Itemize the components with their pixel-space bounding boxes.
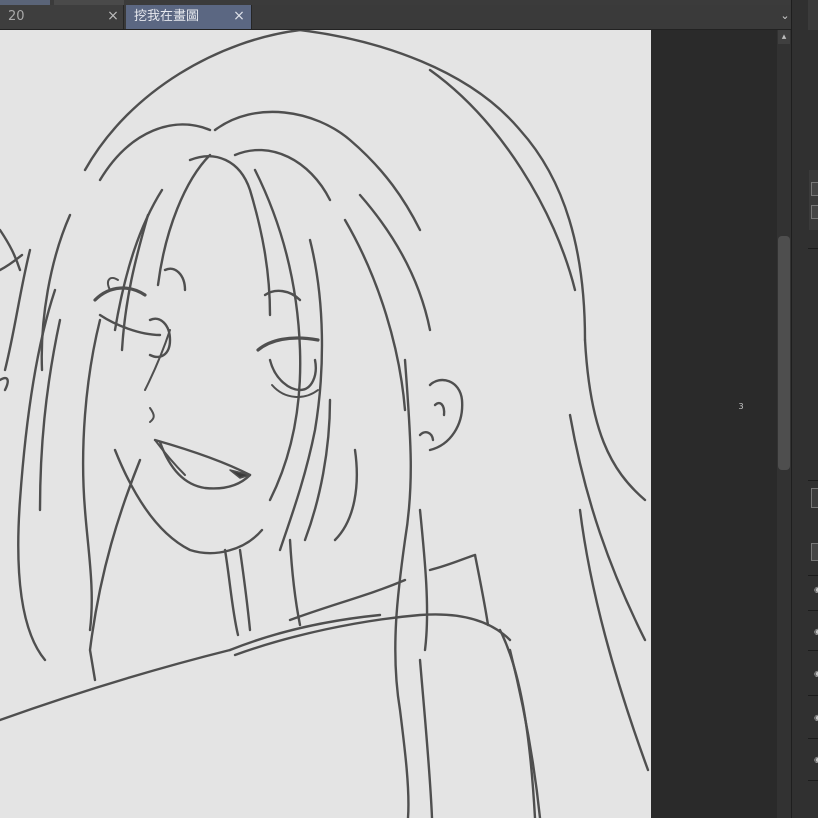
divider — [808, 480, 818, 481]
panel-control[interactable] — [811, 488, 818, 508]
panel-control[interactable] — [811, 182, 818, 196]
layer-divider — [808, 695, 818, 696]
document-tab-bar: 20 × 挖我在畫圖 × ⌄ — [0, 5, 818, 30]
eye-icon[interactable]: ◉ — [814, 714, 818, 722]
eye-icon[interactable]: ◉ — [814, 628, 818, 636]
layer-divider — [808, 575, 818, 576]
layer-divider — [808, 780, 818, 781]
eye-icon[interactable]: ◉ — [814, 586, 818, 594]
chevron-down-icon[interactable]: ⌄ — [778, 9, 792, 23]
tab-label: 20 — [8, 9, 25, 24]
canvas-pasteboard: 3 — [651, 30, 777, 818]
layer-divider — [808, 610, 818, 611]
drawing-canvas[interactable] — [0, 30, 651, 818]
eye-icon[interactable]: ◉ — [814, 670, 818, 678]
divider — [808, 248, 818, 249]
layer-panel-edge: ◉ ◉ ◉ ◉ ◉ — [791, 0, 818, 818]
sketch-artwork — [0, 30, 650, 818]
panel-control[interactable] — [811, 205, 818, 219]
panel-block — [809, 170, 818, 230]
tab-close-icon[interactable]: × — [232, 9, 246, 23]
panel-header-strip — [808, 0, 818, 30]
page-number-label: 3 — [738, 402, 744, 411]
document-tab-active[interactable]: 挖我在畫圖 × — [126, 5, 252, 29]
layer-divider — [808, 738, 818, 739]
tab-label: 挖我在畫圖 — [134, 9, 200, 24]
document-tab-20[interactable]: 20 × — [0, 5, 124, 29]
tab-close-icon[interactable]: × — [106, 9, 120, 23]
scroll-up-icon[interactable]: ▴ — [778, 30, 790, 44]
vertical-scrollbar[interactable]: ▴ — [777, 30, 791, 818]
eye-icon[interactable]: ◉ — [814, 756, 818, 764]
layer-divider — [808, 650, 818, 651]
layer-thumbnail[interactable] — [811, 543, 818, 561]
scroll-thumb[interactable] — [778, 236, 790, 470]
